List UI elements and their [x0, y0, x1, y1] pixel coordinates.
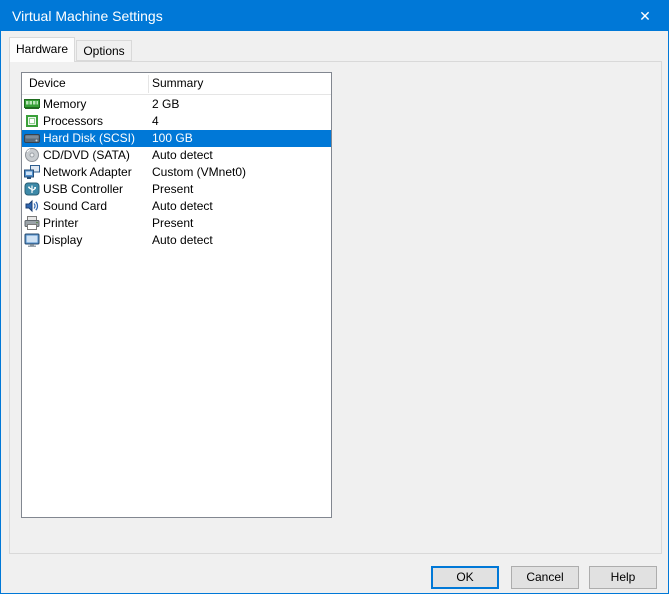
device-row-processors[interactable]: Processors 4	[22, 113, 331, 130]
device-list-header: Device Summary	[22, 73, 331, 95]
virtual-machine-settings-dialog: Virtual Machine Settings ✕ Hardware Opti…	[0, 0, 669, 594]
device-summary: Custom (VMnet0)	[152, 164, 246, 181]
device-list[interactable]: Device Summary Memory 2 GB Processors 4 …	[21, 72, 332, 518]
device-name: Network Adapter	[43, 164, 132, 181]
processor-icon	[24, 113, 40, 129]
column-header-summary: Summary	[152, 73, 203, 94]
device-name: Sound Card	[43, 198, 107, 215]
device-row-cd-dvd[interactable]: CD/DVD (SATA) Auto detect	[22, 147, 331, 164]
device-row-sound-card[interactable]: Sound Card Auto detect	[22, 198, 331, 215]
network-adapter-icon	[24, 164, 40, 180]
device-row-memory[interactable]: Memory 2 GB	[22, 96, 331, 113]
device-summary: 100 GB	[152, 130, 193, 147]
device-summary: Auto detect	[152, 147, 213, 164]
help-button[interactable]: Help	[589, 566, 657, 589]
cd-dvd-icon	[24, 147, 40, 163]
display-icon	[24, 232, 40, 248]
memory-icon	[24, 96, 40, 112]
printer-icon	[24, 215, 40, 231]
device-name: Display	[43, 232, 82, 249]
device-summary: 2 GB	[152, 96, 179, 113]
close-icon: ✕	[639, 8, 651, 25]
ok-button[interactable]: OK	[431, 566, 499, 589]
device-name: Memory	[43, 96, 86, 113]
device-summary: Auto detect	[152, 198, 213, 215]
device-row-hard-disk[interactable]: Hard Disk (SCSI) 100 GB	[22, 130, 331, 147]
cancel-button[interactable]: Cancel	[511, 566, 579, 589]
device-summary: 4	[152, 113, 159, 130]
device-summary: Present	[152, 215, 193, 232]
hard-disk-icon	[24, 130, 40, 146]
device-row-display[interactable]: Display Auto detect	[22, 232, 331, 249]
tab-options[interactable]: Options	[76, 40, 132, 61]
device-name: Printer	[43, 215, 78, 232]
close-button[interactable]: ✕	[622, 1, 668, 31]
window-title: Virtual Machine Settings	[12, 8, 163, 24]
device-name: USB Controller	[43, 181, 123, 198]
device-name: Hard Disk (SCSI)	[43, 130, 135, 147]
device-name: Processors	[43, 113, 103, 130]
column-header-device: Device	[29, 73, 66, 94]
sound-icon	[24, 198, 40, 214]
tab-hardware[interactable]: Hardware	[9, 37, 75, 62]
device-summary: Present	[152, 181, 193, 198]
device-row-network-adapter[interactable]: Network Adapter Custom (VMnet0)	[22, 164, 331, 181]
title-bar[interactable]: Virtual Machine Settings ✕	[1, 1, 668, 31]
device-summary: Auto detect	[152, 232, 213, 249]
usb-icon	[24, 181, 40, 197]
column-divider	[148, 75, 149, 93]
device-name: CD/DVD (SATA)	[43, 147, 130, 164]
device-row-usb-controller[interactable]: USB Controller Present	[22, 181, 331, 198]
device-row-printer[interactable]: Printer Present	[22, 215, 331, 232]
